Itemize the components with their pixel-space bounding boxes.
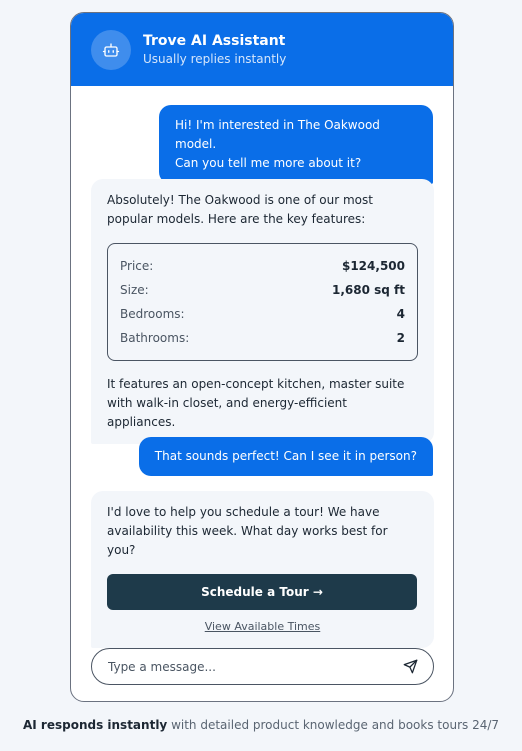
footer-bold-text: AI responds instantly — [22, 718, 168, 732]
assistant-message-1: Absolutely! The Oakwood is one of our mo… — [91, 179, 434, 444]
spec-row-bedrooms: Bedrooms: 4 — [120, 302, 405, 326]
model-specs-card: Price: $124,500 Size: 1,680 sq ft Bedroo… — [107, 243, 418, 361]
spec-value: 2 — [396, 330, 405, 345]
spec-value: $124,500 — [341, 258, 405, 273]
chat-widget: Trove AI Assistant Usually replies insta… — [70, 12, 454, 702]
spec-value: 1,680 sq ft — [331, 282, 405, 297]
assistant-tour-text: I'd love to help you schedule a tour! We… — [107, 505, 388, 557]
spec-label: Price: — [120, 258, 154, 273]
assistant-outro-text: It features an open-concept kitchen, mas… — [107, 377, 405, 429]
message-composer — [91, 648, 434, 685]
user-message-1-line-2: Can you tell me more about it? — [175, 156, 362, 170]
assistant-intro-text: Absolutely! The Oakwood is one of our mo… — [107, 193, 373, 226]
spec-row-size: Size: 1,680 sq ft — [120, 278, 405, 302]
chat-header: Trove AI Assistant Usually replies insta… — [71, 13, 453, 86]
user-message-1: Hi! I'm interested in The Oakwood model.… — [159, 105, 433, 184]
spec-label: Size: — [120, 282, 149, 297]
send-icon[interactable] — [401, 658, 419, 676]
assistant-name: Trove AI Assistant — [143, 32, 286, 49]
user-message-2-text: That sounds perfect! Can I see it in per… — [154, 449, 417, 463]
assistant-status: Usually replies instantly — [143, 51, 287, 66]
spec-row-bathrooms: Bathrooms: 2 — [120, 326, 405, 350]
spec-label: Bedrooms: — [120, 306, 185, 321]
user-message-1-line-1: Hi! I'm interested in The Oakwood model. — [175, 118, 380, 151]
view-available-times-link[interactable]: View Available Times — [107, 617, 418, 636]
message-input[interactable] — [108, 659, 401, 674]
schedule-tour-button[interactable]: Schedule a Tour → — [107, 574, 417, 610]
spec-label: Bathrooms: — [120, 330, 190, 345]
footer-caption: AI responds instantly with detailed prod… — [0, 716, 522, 734]
robot-icon — [91, 29, 131, 70]
footer-rest-text: with detailed product knowledge and book… — [167, 718, 500, 732]
spec-row-price: Price: $124,500 — [120, 254, 405, 278]
assistant-message-2: I'd love to help you schedule a tour! We… — [91, 491, 434, 648]
spec-value: 4 — [396, 306, 405, 321]
user-message-2: That sounds perfect! Can I see it in per… — [138, 437, 433, 476]
